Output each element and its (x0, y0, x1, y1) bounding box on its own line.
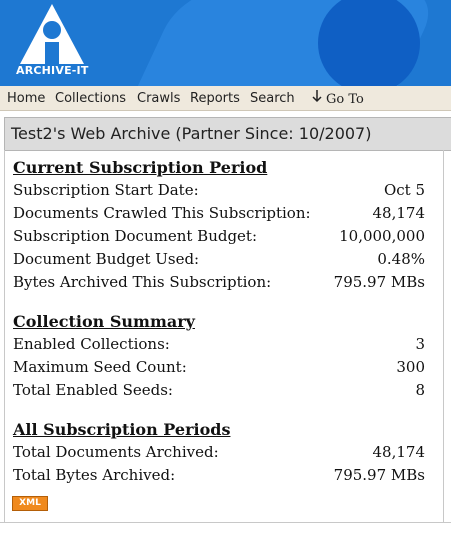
nav-crawls[interactable]: Crawls (137, 91, 180, 106)
row-label: Subscription Document Budget: (13, 227, 258, 245)
row-value: 795.97 MBs (333, 273, 425, 291)
logo-text: ARCHIVE-IT (16, 64, 89, 77)
page-title-bar: Test2's Web Archive (Partner Since: 10/2… (4, 117, 451, 151)
header-banner: ARCHIVE-IT (0, 0, 451, 86)
row-label: Total Bytes Archived: (13, 466, 176, 484)
row-label: Enabled Collections: (13, 335, 170, 353)
page-title: Test2's Web Archive (Partner Since: 10/2… (11, 124, 372, 143)
down-arrow-icon (312, 90, 322, 103)
row-label: Subscription Start Date: (13, 181, 199, 199)
row-value: 48,174 (372, 443, 426, 461)
nav-collections[interactable]: Collections (55, 91, 126, 106)
row-value: 10,000,000 (339, 227, 425, 245)
xml-export-button[interactable]: XML (12, 496, 48, 511)
row-value: 48,174 (372, 204, 426, 222)
banner-circle-decoration (318, 0, 420, 86)
section-heading-collection-summary: Collection Summary (13, 312, 195, 331)
row-label: Bytes Archived This Subscription: (13, 273, 272, 291)
bottom-divider (0, 522, 451, 539)
row-label: Documents Crawled This Subscription: (13, 204, 311, 222)
row-value: 0.48% (377, 250, 425, 268)
section-heading-all-subscription-periods: All Subscription Periods (13, 420, 231, 439)
row-value: 300 (396, 358, 425, 376)
row-value: 795.97 MBs (333, 466, 425, 484)
row-label: Total Enabled Seeds: (13, 381, 173, 399)
row-value: 3 (415, 335, 425, 353)
goto-label: Go To (326, 92, 364, 107)
nav-home[interactable]: Home (7, 91, 45, 106)
row-value: 8 (415, 381, 425, 399)
nav-search[interactable]: Search (250, 91, 295, 106)
row-label: Maximum Seed Count: (13, 358, 187, 376)
goto-menu[interactable]: Go To (312, 89, 364, 107)
main-nav: Home Collections Crawls Reports Search G… (0, 86, 451, 111)
nav-reports[interactable]: Reports (190, 91, 240, 106)
row-label: Total Documents Archived: (13, 443, 219, 461)
summary-panel: Current Subscription Period Subscription… (4, 150, 444, 522)
section-heading-current-subscription: Current Subscription Period (13, 158, 268, 177)
row-value: Oct 5 (383, 181, 425, 199)
row-label: Document Budget Used: (13, 250, 200, 268)
